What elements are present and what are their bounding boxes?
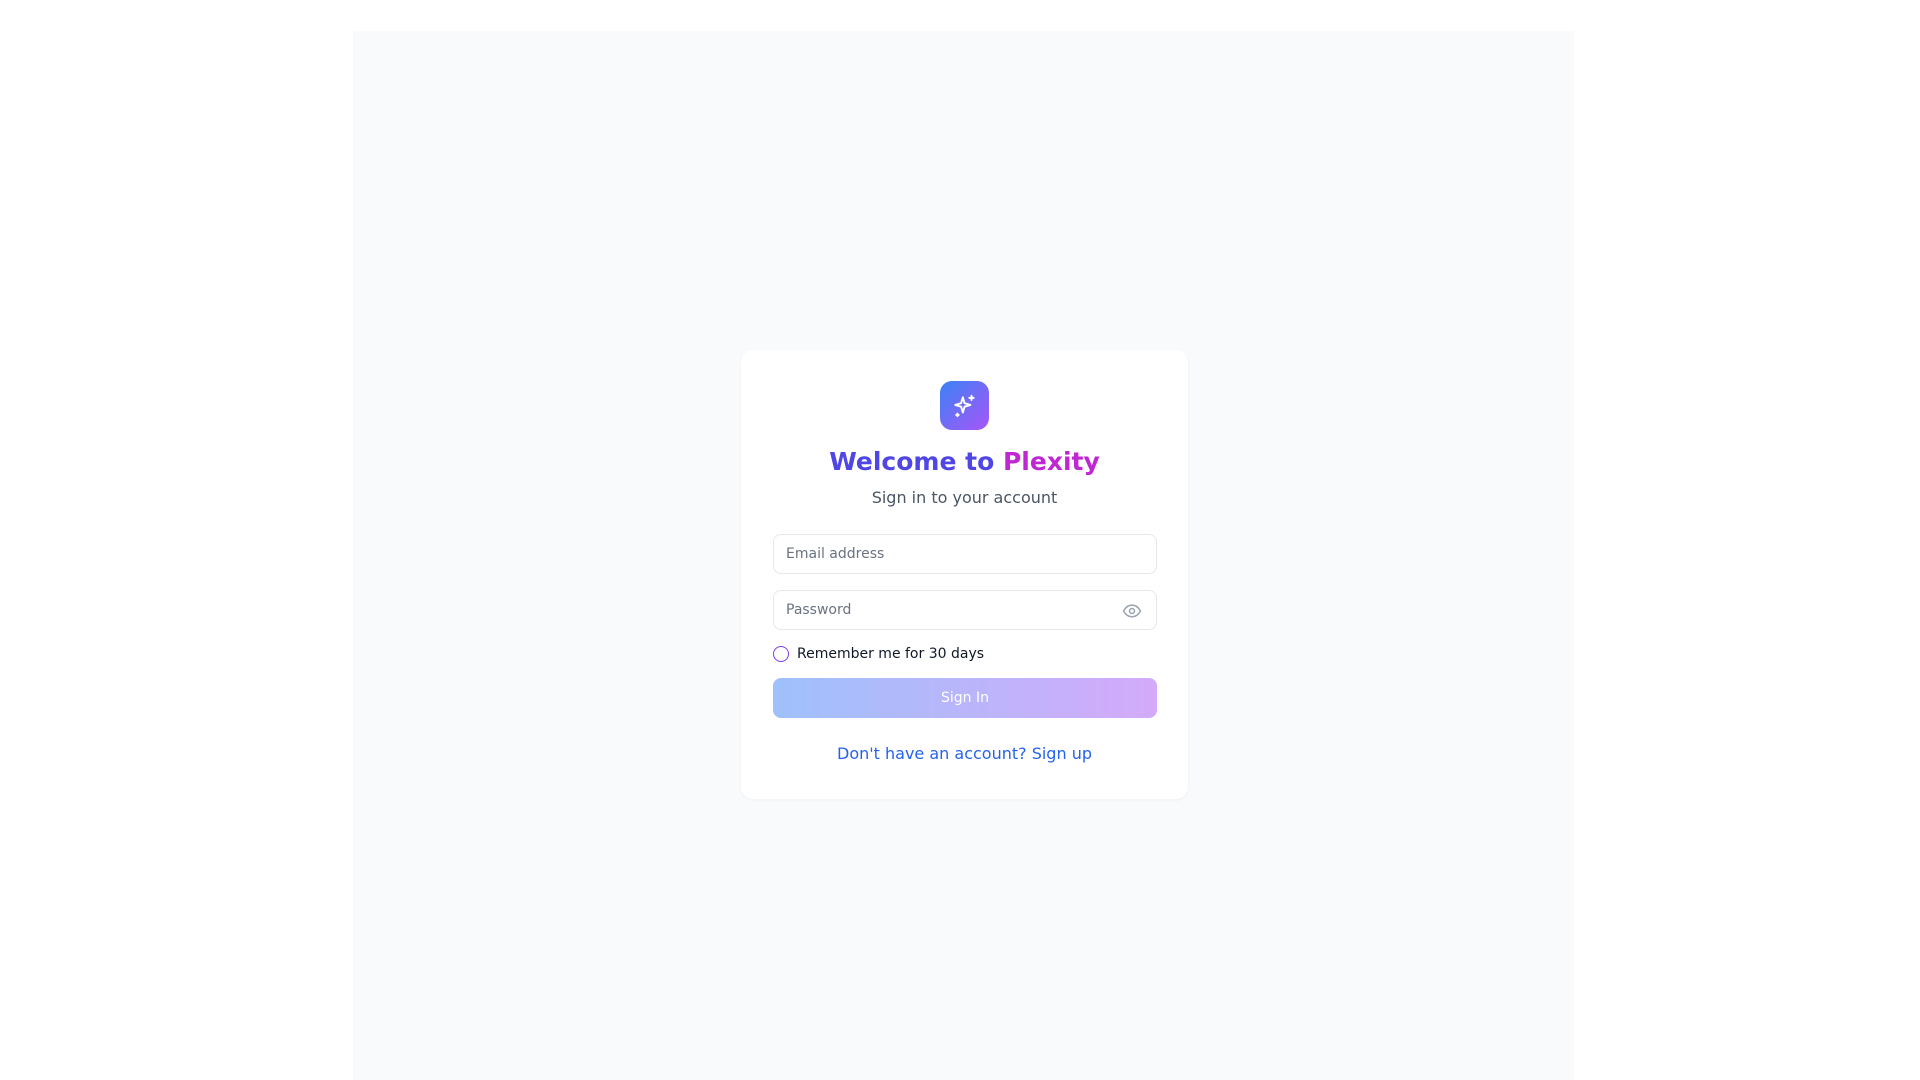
sparkles-icon xyxy=(953,394,975,417)
title-prefix: Welcome to xyxy=(829,447,995,476)
remember-me-row[interactable]: Remember me for 30 days xyxy=(773,644,984,664)
login-card: Welcome to Plexity Sign in to your accou… xyxy=(741,350,1188,799)
password-field-wrapper xyxy=(773,590,1157,630)
title-brand: Plexity xyxy=(1002,447,1100,476)
remember-me-label: Remember me for 30 days xyxy=(797,646,985,662)
sign-up-link[interactable]: Don't have an account? Sign up xyxy=(741,744,1188,764)
page-title: Welcome to Plexity xyxy=(741,446,1188,478)
email-field-wrapper xyxy=(773,534,1157,574)
password-visibility-toggle[interactable] xyxy=(1122,601,1142,621)
subtitle: Sign in to your account xyxy=(871,488,1058,507)
sign-in-button[interactable]: Sign In xyxy=(773,678,1157,718)
remember-me-checkbox[interactable] xyxy=(773,646,789,662)
logo-badge xyxy=(940,381,989,430)
password-input[interactable] xyxy=(774,591,1156,629)
email-input[interactable] xyxy=(774,535,1156,573)
eye-icon xyxy=(1122,604,1142,618)
